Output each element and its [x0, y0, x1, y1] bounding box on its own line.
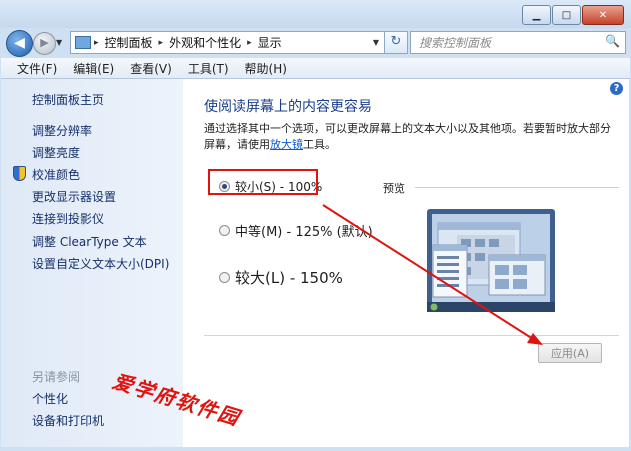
sidebar-item-home[interactable]: 控制面板主页 — [32, 91, 104, 108]
navigation-bar: ◀ ▶ ▼ ▸ 控制面板 ▸ 外观和个性化 ▸ 显示 ▼ ↻ 🔍 — [0, 28, 631, 58]
sidebar-item-brightness[interactable]: 调整亮度 — [32, 144, 80, 161]
menu-bar: 文件(F) 编辑(E) 查看(V) 工具(T) 帮助(H) — [1, 58, 630, 79]
preview-divider — [415, 187, 619, 188]
main-content: ? 使阅读屏幕上的内容更容易 通过选择其中一个选项，可以更改屏幕上的文本大小以及… — [183, 79, 629, 447]
sidebar-item-cleartype[interactable]: 调整 ClearType 文本 — [32, 233, 147, 250]
sidebar-item-custom-dpi[interactable]: 设置自定义文本大小(DPI) — [32, 255, 169, 272]
page-description: 通过选择其中一个选项，可以更改屏幕上的文本大小以及其他项。若要暂时放大部分屏幕，… — [204, 121, 616, 153]
grid-tile — [513, 279, 527, 289]
breadcrumb-separator[interactable]: ▸ — [159, 38, 164, 48]
description-text-end: 工具。 — [303, 138, 336, 151]
description-text: 通过选择其中一个选项，可以更改屏幕上的文本大小以及其他项。若要暂时放大部分屏幕，… — [204, 122, 611, 151]
grid-tile — [489, 239, 499, 247]
maximize-button[interactable]: □ — [552, 5, 581, 25]
preview-image — [427, 209, 555, 312]
window: ▁ □ ✕ ◀ ▶ ▼ ▸ 控制面板 ▸ 外观和个性化 ▸ 显示 ▼ ↻ 🔍 文… — [0, 0, 631, 451]
breadcrumb-display[interactable]: 显示 — [258, 34, 282, 51]
menu-view[interactable]: 查看(V) — [130, 60, 172, 77]
apply-button[interactable]: 应用(A) — [538, 343, 602, 363]
front-window-left-titlebar — [433, 245, 467, 251]
back-window-titlebar — [438, 223, 520, 230]
grid-tile — [513, 265, 527, 275]
text-line — [437, 284, 459, 287]
sidebar-item-display-settings[interactable]: 更改显示器设置 — [32, 188, 116, 205]
history-dropdown-icon[interactable]: ▼ — [56, 38, 62, 47]
refresh-button[interactable]: ↻ — [384, 31, 408, 54]
sidebar-item-projector[interactable]: 连接到投影仪 — [32, 210, 104, 227]
sidebar-item-personalization[interactable]: 个性化 — [32, 390, 68, 407]
radio-medium[interactable] — [219, 225, 230, 236]
menu-edit[interactable]: 编辑(E) — [73, 60, 114, 77]
breadcrumb-separator[interactable]: ▸ — [94, 38, 99, 48]
text-line — [437, 256, 459, 259]
start-button-icon — [430, 303, 438, 311]
grid-tile — [495, 265, 509, 275]
radio-large[interactable] — [219, 272, 230, 283]
breadcrumb-appearance[interactable]: 外观和个性化 — [169, 34, 241, 51]
taskbar — [427, 302, 555, 312]
text-line — [437, 277, 459, 280]
shield-icon — [13, 166, 26, 181]
forward-button[interactable]: ▶ — [33, 32, 56, 55]
option-medium[interactable]: 中等(M) - 125% (默认) — [219, 221, 373, 240]
preview-label: 预览 — [383, 182, 405, 195]
address-bar[interactable]: ▸ 控制面板 ▸ 外观和个性化 ▸ 显示 ▼ — [70, 31, 385, 54]
option-large[interactable]: 较大(L) - 150% — [219, 267, 343, 288]
window-controls: ▁ □ ✕ — [521, 5, 624, 25]
control-panel-icon — [75, 36, 91, 49]
annotation-highlight-box — [208, 169, 318, 195]
close-button[interactable]: ✕ — [582, 5, 624, 25]
text-line — [437, 270, 459, 273]
back-button[interactable]: ◀ — [6, 30, 33, 57]
text-line — [437, 263, 459, 266]
menu-help[interactable]: 帮助(H) — [245, 60, 287, 77]
address-dropdown-icon[interactable]: ▼ — [373, 38, 379, 47]
option-large-label[interactable]: 较大(L) - 150% — [235, 267, 343, 288]
front-window-right-titlebar — [489, 255, 545, 261]
option-medium-label[interactable]: 中等(M) - 125% (默认) — [235, 221, 373, 240]
sidebar-item-calibrate-color[interactable]: 校准颜色 — [32, 166, 80, 183]
breadcrumb-separator[interactable]: ▸ — [247, 38, 252, 48]
see-also-header: 另请参阅 — [32, 370, 81, 384]
magnifier-link[interactable]: 放大镜 — [270, 138, 303, 151]
minimize-button[interactable]: ▁ — [522, 5, 551, 25]
search-input[interactable] — [417, 32, 601, 53]
menu-file[interactable]: 文件(F) — [17, 60, 57, 77]
menu-tools[interactable]: 工具(T) — [188, 60, 229, 77]
breadcrumb-control-panel[interactable]: 控制面板 — [105, 34, 153, 51]
page-title: 使阅读屏幕上的内容更容易 — [204, 99, 372, 115]
grid-tile — [475, 239, 485, 247]
grid-tile — [475, 253, 485, 261]
sidebar-item-devices-printers[interactable]: 设备和打印机 — [32, 412, 104, 429]
grid-tile — [495, 279, 509, 289]
sidebar-item-resolution[interactable]: 调整分辨率 — [32, 122, 92, 139]
bottom-divider — [204, 335, 619, 336]
search-box[interactable]: 🔍 — [410, 31, 626, 54]
search-icon[interactable]: 🔍 — [605, 34, 620, 48]
help-icon[interactable]: ? — [610, 82, 623, 95]
title-bar: ▁ □ ✕ — [0, 0, 631, 28]
